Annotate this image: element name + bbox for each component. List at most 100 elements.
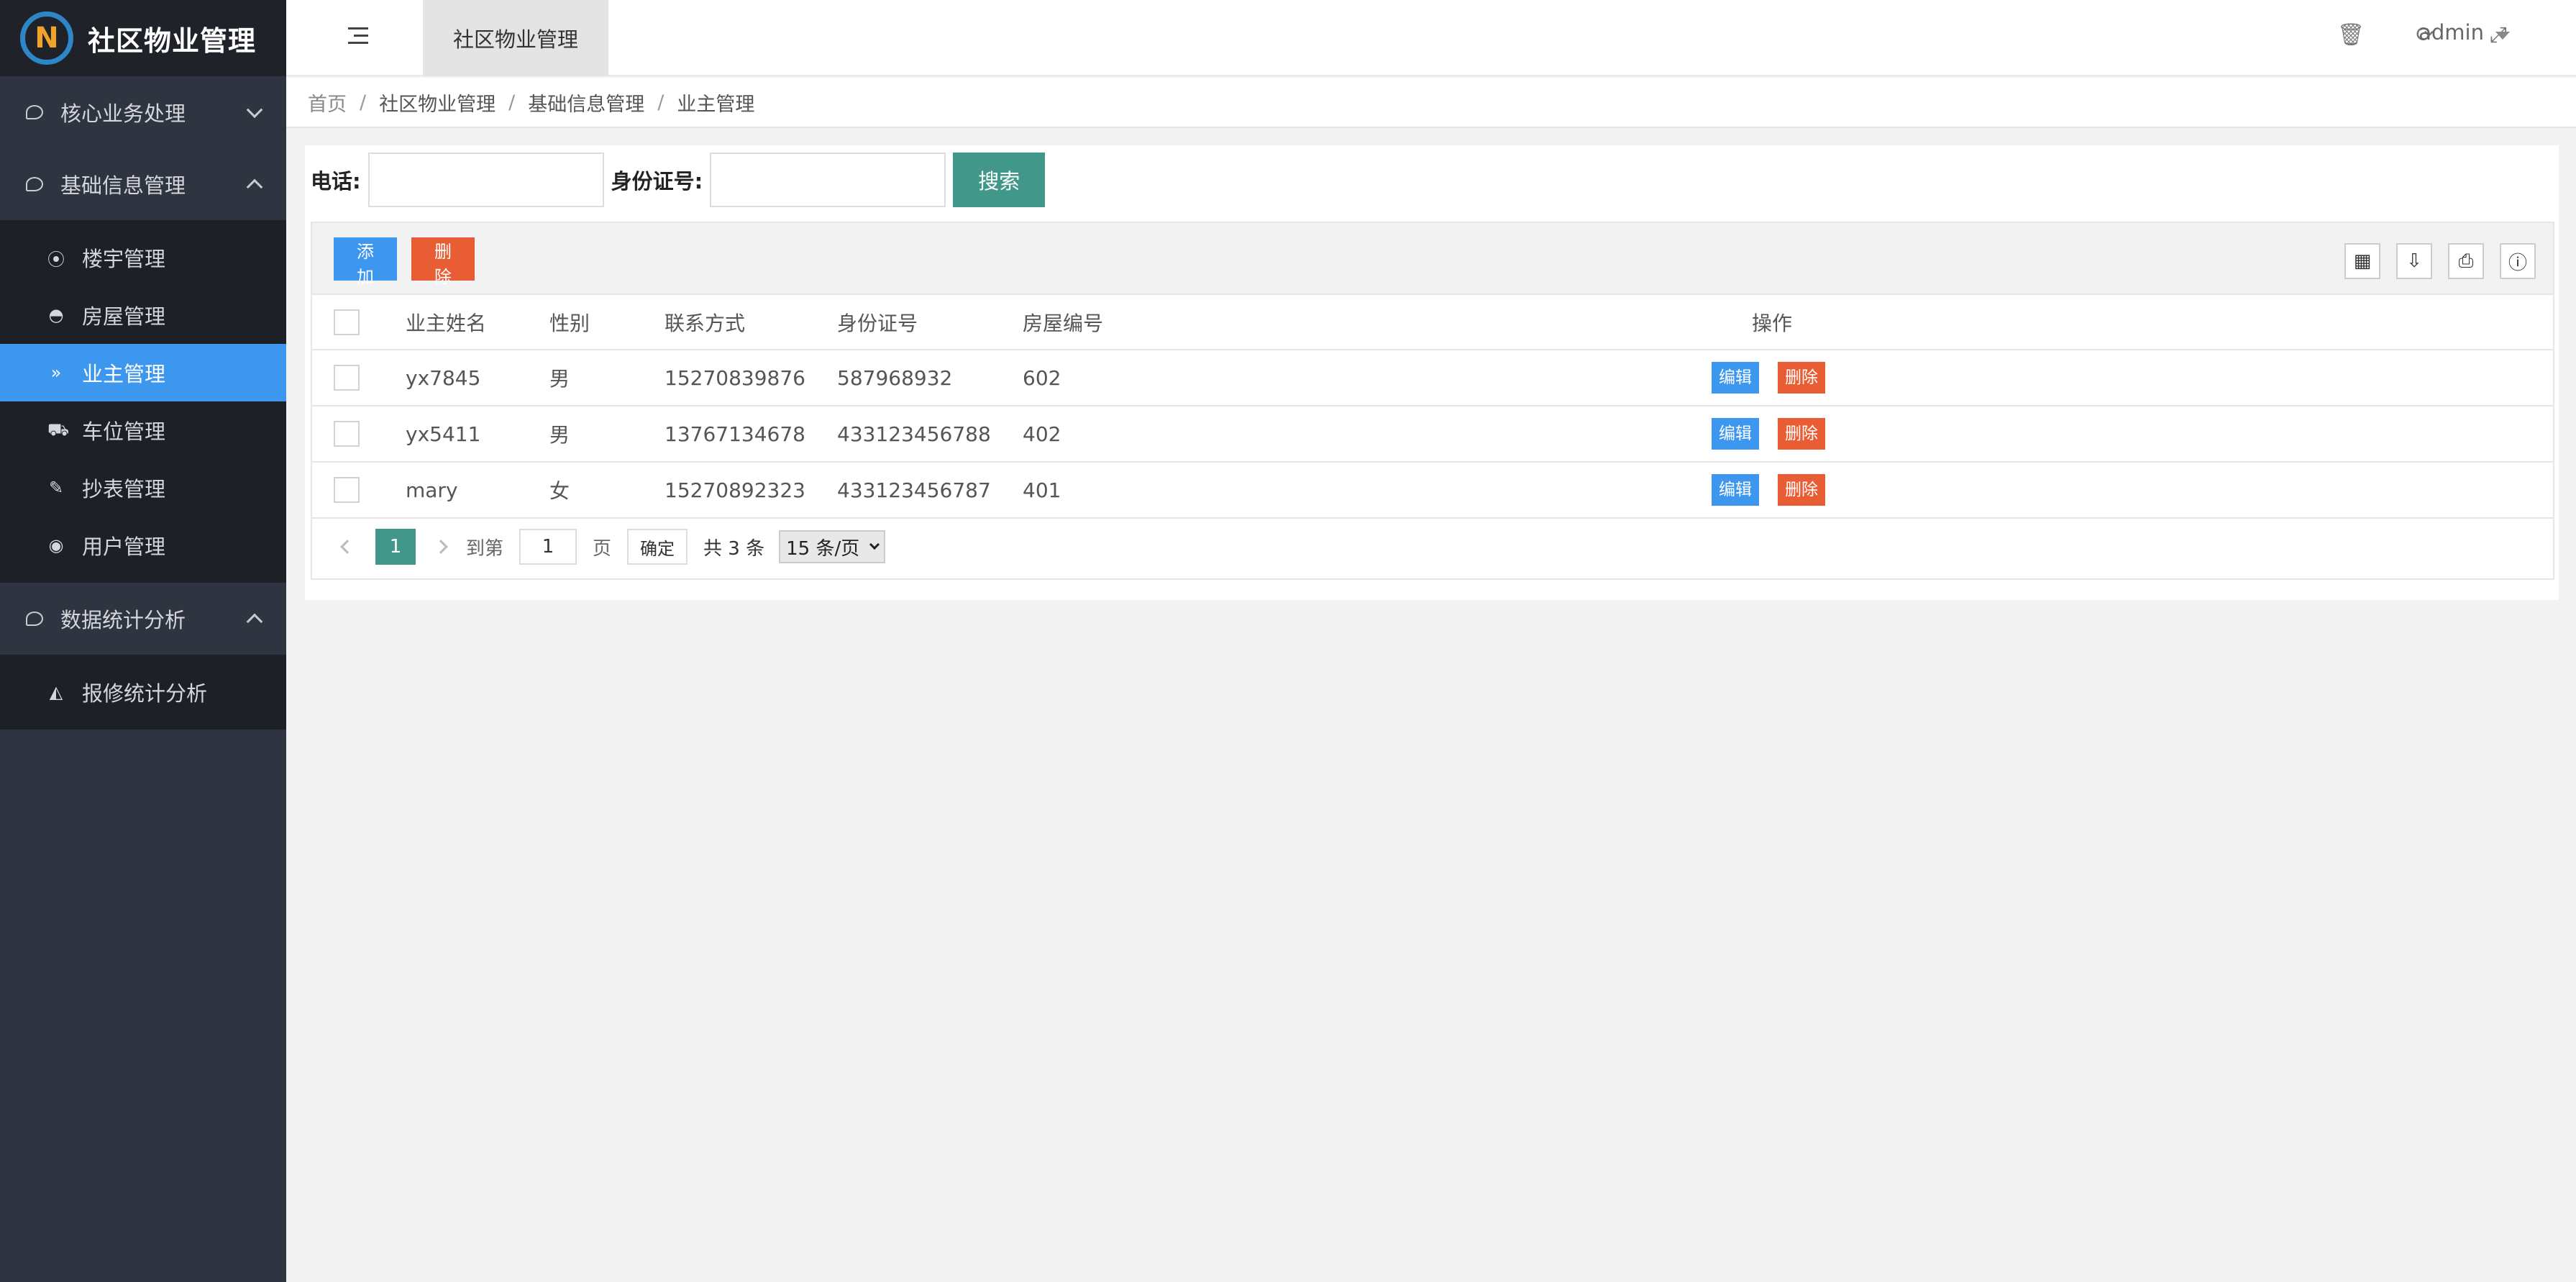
delete-button[interactable]: 删除: [1778, 418, 1825, 450]
sidebar-item-owner[interactable]: » 业主管理: [0, 344, 286, 401]
total-count: 共 3 条: [703, 537, 765, 560]
owner-table: 业主姓名 性别 联系方式 身份证号 房屋编号 操作 yx7845 男 15270…: [312, 295, 2553, 519]
edit-icon: ✎: [48, 478, 64, 498]
columns-icon[interactable]: ▦: [2344, 243, 2380, 279]
sidebar-item-label: 房屋管理: [82, 304, 166, 329]
cell-house: 402: [1023, 422, 1061, 446]
next-page-icon[interactable]: [434, 540, 448, 554]
table-row: yx7845 男 15270839876 587968932 602 编辑 删除: [312, 350, 2553, 406]
cell-house: 401: [1023, 478, 1061, 502]
phone-input[interactable]: [367, 153, 604, 207]
user-menu[interactable]: admin: [2419, 20, 2484, 45]
breadcrumb-home[interactable]: 首页: [308, 88, 347, 117]
content-card: 电话: 身份证号: 搜索 添加 删除 ▦ ⇩ ⎙ ⓘ 业主姓名 性别 联系方式 …: [305, 145, 2559, 600]
chevron-up-icon: [246, 178, 263, 196]
caret-down-icon[interactable]: [2495, 32, 2510, 40]
breadcrumb-item[interactable]: 社区物业管理: [379, 88, 495, 117]
cell-gender: 男: [549, 423, 570, 447]
cell-house: 602: [1023, 365, 1061, 390]
sidebar: N 社区物业管理 核心业务处理 基础信息管理 ⦿ 楼宇管理 ◓ 房屋管理 » 业…: [0, 0, 286, 1282]
table-row: yx5411 男 13767134678 433123456788 402 编辑…: [312, 406, 2553, 462]
table-row: mary 女 15270892323 433123456787 401 编辑 删除: [312, 462, 2553, 518]
cell-idcard: 433123456787: [837, 478, 991, 502]
cell-gender: 男: [549, 367, 570, 391]
breadcrumb-item[interactable]: 基础信息管理: [528, 88, 644, 117]
cell-idcard: 587968932: [837, 365, 953, 390]
breadcrumb-separator: /: [657, 91, 664, 114]
delete-button[interactable]: 删除: [1778, 362, 1825, 394]
add-button[interactable]: 添加: [334, 237, 397, 287]
delete-button[interactable]: 删除: [1778, 474, 1825, 506]
goto-page-input[interactable]: [519, 529, 577, 565]
sidebar-item-building[interactable]: ⦿ 楼宇管理: [0, 229, 286, 286]
chevron-down-icon: [246, 101, 263, 119]
cell-name: yx7845: [406, 365, 481, 390]
sidebar-item-parking[interactable]: ⛟ 车位管理: [0, 401, 286, 459]
owner-table-container: 添加 删除 ▦ ⇩ ⎙ ⓘ 业主姓名 性别 联系方式 身份证号 房屋编号 操作: [311, 222, 2554, 580]
nav-group-core[interactable]: 核心业务处理: [0, 76, 286, 148]
row-checkbox[interactable]: [334, 421, 360, 447]
idcard-label: 身份证号:: [611, 169, 703, 194]
nav-sublist-statistics: ◭ 报修统计分析: [0, 655, 286, 729]
page-current[interactable]: 1: [375, 529, 416, 565]
cell-name: mary: [406, 478, 458, 502]
car-icon: ⛟: [47, 419, 70, 440]
nav-group-basic-info[interactable]: 基础信息管理: [0, 148, 286, 220]
column-header-actions: 操作: [1752, 311, 1793, 335]
print-icon[interactable]: ⎙: [2448, 243, 2484, 279]
prev-page-icon[interactable]: [340, 540, 355, 554]
menu-toggle-icon[interactable]: [348, 27, 368, 45]
nav-group-label: 数据统计分析: [60, 608, 186, 632]
cell-name: yx5411: [406, 422, 481, 446]
sidebar-item-label: 业主管理: [82, 362, 166, 386]
cell-phone: 15270892323: [664, 478, 805, 502]
idcard-input[interactable]: [710, 153, 946, 207]
area-chart-icon: ◭: [49, 682, 63, 702]
home-icon: ◓: [48, 305, 64, 325]
select-all-checkbox[interactable]: [334, 309, 360, 335]
sidebar-item-repair-stats[interactable]: ◭ 报修统计分析: [0, 663, 286, 721]
sidebar-item-user[interactable]: ◉ 用户管理: [0, 517, 286, 574]
edit-button[interactable]: 编辑: [1712, 474, 1759, 506]
logo-letter: N: [35, 22, 59, 55]
sidebar-item-label: 车位管理: [82, 419, 166, 444]
breadcrumb-separator: /: [360, 91, 367, 114]
sidebar-item-label: 用户管理: [82, 535, 166, 559]
tab-community-property[interactable]: 社区物业管理: [423, 0, 608, 76]
goto-confirm-button[interactable]: 确定: [627, 529, 688, 565]
breadcrumb-current: 业主管理: [677, 93, 755, 116]
batch-delete-button[interactable]: 删除: [411, 237, 475, 287]
breadcrumb-separator: /: [508, 91, 516, 114]
nav-group-statistics[interactable]: 数据统计分析: [0, 583, 286, 655]
cell-idcard: 433123456788: [837, 422, 991, 446]
cell-gender: 女: [549, 479, 570, 503]
pagination: 1 到第 页 确定 共 3 条 15 条/页: [312, 519, 2553, 575]
chevron-down-icon: [869, 539, 880, 550]
top-header: 社区物业管理 ⟳ ⤢ 🗑 admin: [286, 0, 2576, 76]
page-size-value: 15 条/页: [786, 537, 860, 560]
sidebar-item-house[interactable]: ◓ 房屋管理: [0, 286, 286, 344]
search-button[interactable]: 搜索: [953, 153, 1046, 207]
column-header[interactable]: 性别: [549, 295, 664, 350]
trash-icon[interactable]: 🗑: [2337, 22, 2365, 47]
edit-button[interactable]: 编辑: [1712, 418, 1759, 450]
app-title: 社区物业管理: [88, 24, 257, 57]
export-icon[interactable]: ⇩: [2396, 243, 2432, 279]
column-header[interactable]: 联系方式: [664, 295, 837, 350]
breadcrumb: 首页 / 社区物业管理 / 基础信息管理 / 业主管理: [286, 78, 2576, 128]
info-icon[interactable]: ⓘ: [2500, 243, 2536, 279]
edit-button[interactable]: 编辑: [1712, 362, 1759, 394]
sidebar-item-meter[interactable]: ✎ 抄表管理: [0, 459, 286, 517]
double-chevron-icon: »: [50, 363, 62, 383]
column-header[interactable]: 业主姓名: [406, 295, 549, 350]
phone-label: 电话:: [311, 169, 361, 194]
column-header[interactable]: 房屋编号: [1023, 295, 1752, 350]
nav-sublist-basic-info: ⦿ 楼宇管理 ◓ 房屋管理 » 业主管理 ⛟ 车位管理 ✎ 抄表管理 ◉ 用户管…: [0, 220, 286, 583]
target-icon: ⦿: [47, 249, 65, 270]
row-checkbox[interactable]: [334, 477, 360, 503]
row-checkbox[interactable]: [334, 365, 360, 391]
goto-label: 到第: [466, 537, 504, 560]
page-size-select[interactable]: 15 条/页: [779, 530, 886, 563]
column-header[interactable]: 身份证号: [837, 295, 1023, 350]
chat-bubble-icon: [26, 105, 43, 119]
